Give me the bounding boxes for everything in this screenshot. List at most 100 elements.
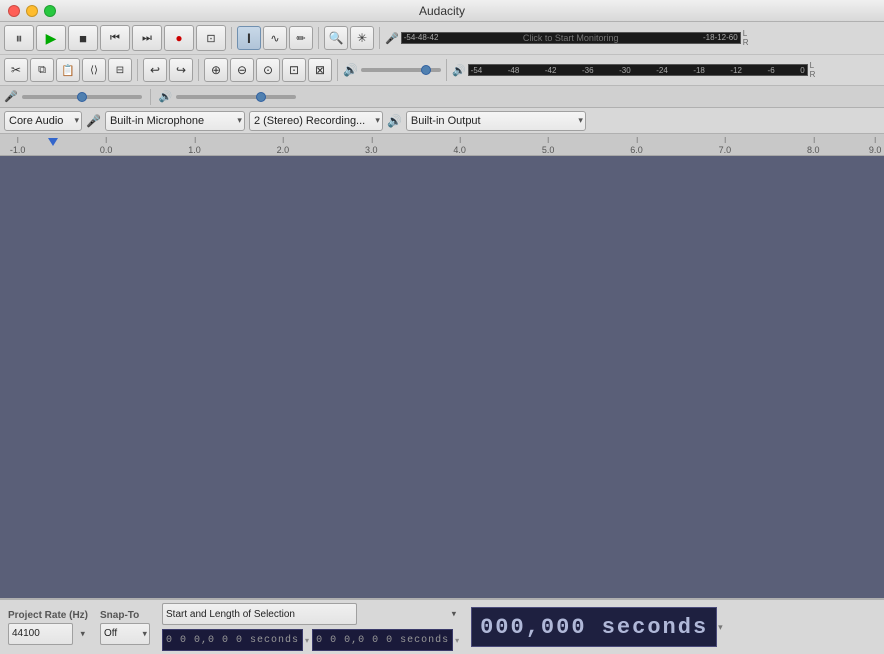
speaker-icon: 🔊 (452, 64, 466, 77)
select-tool-button[interactable]: I (237, 26, 261, 50)
lr-labels-output: L R (810, 61, 816, 79)
input-meter-labels: -54 -48 -42 Click to Start Monitoring -1… (404, 33, 738, 43)
separator-4 (137, 59, 138, 81)
app-title: Audacity (419, 4, 465, 18)
output-volume-slider[interactable] (361, 68, 441, 72)
mic-volume-icon: 🎤 (4, 90, 18, 103)
separator-3 (379, 27, 380, 49)
paste-button[interactable]: 📋 (56, 58, 80, 82)
ruler-mark-2: 2.0 (277, 145, 290, 155)
minimize-button[interactable] (26, 5, 38, 17)
ruler-mark-0: 0.0 (100, 145, 113, 155)
ruler-mark-9: 9.0 (869, 145, 882, 155)
skip-back-button[interactable]: ⏮ (100, 25, 130, 51)
snap-to-label: Snap-To (100, 610, 150, 621)
big-time-arrow: ▾ (718, 622, 723, 633)
trim-button[interactable]: ⟨⟩ (82, 58, 106, 82)
zoom-custom-button[interactable]: ⊠ (308, 58, 332, 82)
input-meter-section: 🎤 -54 -48 -42 Click to Start Monitoring … (385, 29, 748, 47)
big-time-value: 000,000 seconds (480, 615, 708, 640)
transport-tools-row: ⏸ ▶ ■ ⏮ ⏭ ● ⊡ I ∿ ✏ 🔍 ✳ 🎤 -54 -48 -42 (0, 22, 884, 55)
window-controls (8, 5, 56, 17)
output-meter-labels: -54 -48 -42 -36 -30 -24 -18 -12 -6 0 (471, 66, 805, 75)
selection-type-select[interactable]: Start and Length of Selection (162, 603, 357, 625)
snap-to-select[interactable]: Off (100, 623, 150, 645)
zoom-out-button[interactable]: ⊖ (230, 58, 254, 82)
big-time-display: 000,000 seconds (471, 607, 717, 647)
copy-button[interactable]: ⧉ (30, 58, 54, 82)
output-vol-slider[interactable] (176, 95, 296, 99)
snap-to-wrapper: Off (100, 623, 150, 645)
audio-host-wrapper: Core Audio (4, 111, 82, 131)
draw-tool-button[interactable]: ✏ (289, 26, 313, 50)
time2-display[interactable]: 0 0 0,0 0 0 seconds ▾ (312, 629, 459, 651)
separator-1 (231, 27, 232, 49)
output-select-wrapper: Built-in Output (406, 111, 586, 131)
spk-device-icon: 🔊 (387, 114, 402, 128)
output-meter-section: 🔊 -54 -48 -42 -36 -30 -24 -18 -12 -6 0 L… (452, 61, 815, 79)
project-rate-select[interactable]: 44100 (8, 623, 73, 645)
record-button[interactable]: ● (164, 25, 194, 51)
ruler-mark-5: 5.0 (542, 145, 555, 155)
close-button[interactable] (8, 5, 20, 17)
ruler-mark-1: 1.0 (188, 145, 201, 155)
stop-button[interactable]: ■ (68, 25, 98, 51)
separator-7 (446, 59, 447, 81)
zoom-in-button[interactable]: ⊕ (204, 58, 228, 82)
mic-select[interactable]: Built-in Microphone (105, 111, 245, 131)
input-meter-row: 🎤 -54 -48 -42 Click to Start Monitoring … (385, 29, 748, 47)
main-toolbar: ⏸ ▶ ■ ⏮ ⏭ ● ⊡ I ∿ ✏ 🔍 ✳ 🎤 -54 -48 -42 (0, 22, 884, 86)
input-vu-meter[interactable]: -54 -48 -42 Click to Start Monitoring -1… (401, 32, 741, 44)
output-select[interactable]: Built-in Output (406, 111, 586, 131)
slider-row: 🎤 🔊 (0, 86, 884, 108)
zoom-tool-button[interactable]: 🔍 (324, 26, 348, 50)
play-button[interactable]: ▶ (36, 25, 66, 51)
skip-fwd-button[interactable]: ⏭ (132, 25, 162, 51)
separator-5 (198, 59, 199, 81)
audio-host-select[interactable]: Core Audio (4, 111, 82, 131)
output-vu-meter[interactable]: -54 -48 -42 -36 -30 -24 -18 -12 -6 0 (468, 64, 808, 76)
zoom-fit-button[interactable]: ⊡ (282, 58, 306, 82)
zoom-selection-button[interactable]: ⊙ (256, 58, 280, 82)
big-time-wrapper: 000,000 seconds ▾ (471, 607, 723, 647)
input-volume-thumb (77, 92, 87, 102)
output-vol-thumb (256, 92, 266, 102)
envelope-tool-button[interactable]: ∿ (263, 26, 287, 50)
redo-button[interactable]: ↪ (169, 58, 193, 82)
project-rate-group: Project Rate (Hz) 44100 (8, 610, 88, 645)
mic-icon: 🎤 (385, 32, 399, 45)
time1-arrow: ▾ (305, 636, 309, 645)
pause-button[interactable]: ⏸ (4, 25, 34, 51)
selection-type-wrapper: Start and Length of Selection (162, 603, 459, 625)
ruler-mark-4: 4.0 (453, 145, 466, 155)
ruler-mark-7: 7.0 (719, 145, 732, 155)
volume-icon: 🔊 (343, 63, 358, 77)
multi-tool-button[interactable]: ✳ (350, 26, 374, 50)
channels-select[interactable]: 2 (Stereo) Recording... (249, 111, 383, 131)
ruler-mark-8: 8.0 (807, 145, 820, 155)
edit-meter-row: ✂ ⧉ 📋 ⟨⟩ ⊟ ↩ ↪ ⊕ ⊖ ⊙ ⊡ ⊠ 🔊 🔊 -54 (0, 55, 884, 85)
device-bar: Core Audio 🎤 Built-in Microphone 2 (Ster… (0, 108, 884, 134)
silence-button[interactable]: ⊟ (108, 58, 132, 82)
volume-thumb (421, 65, 431, 75)
time2-arrow: ▾ (455, 636, 459, 645)
loop-button[interactable]: ⊡ (196, 25, 226, 51)
track-area[interactable] (0, 156, 884, 598)
ruler-mark-3: 3.0 (365, 145, 378, 155)
volume-pan-section: 🔊 (343, 63, 441, 77)
mic-select-wrapper: Built-in Microphone (105, 111, 245, 131)
maximize-button[interactable] (44, 5, 56, 17)
spk-vol-icon: 🔊 (159, 90, 173, 103)
timeline-ruler[interactable]: -1.0 0.0 1.0 2.0 3.0 4.0 5.0 6.0 7.0 8.0… (0, 134, 884, 156)
snap-to-group: Snap-To Off (100, 610, 150, 645)
input-volume-slider[interactable] (22, 95, 142, 99)
slider-sep-1 (150, 89, 151, 105)
cut-button[interactable]: ✂ (4, 58, 28, 82)
separator-2 (318, 27, 319, 49)
time-fields: 0 0 0,0 0 0 seconds ▾ 0 0 0,0 0 0 second… (162, 629, 459, 651)
time1-display[interactable]: 0 0 0,0 0 0 seconds ▾ (162, 629, 309, 651)
separator-6 (337, 59, 338, 81)
undo-button[interactable]: ↩ (143, 58, 167, 82)
selection-group: Start and Length of Selection 0 0 0,0 0 … (162, 603, 459, 651)
time1-value: 0 0 0,0 0 0 seconds (162, 629, 303, 651)
